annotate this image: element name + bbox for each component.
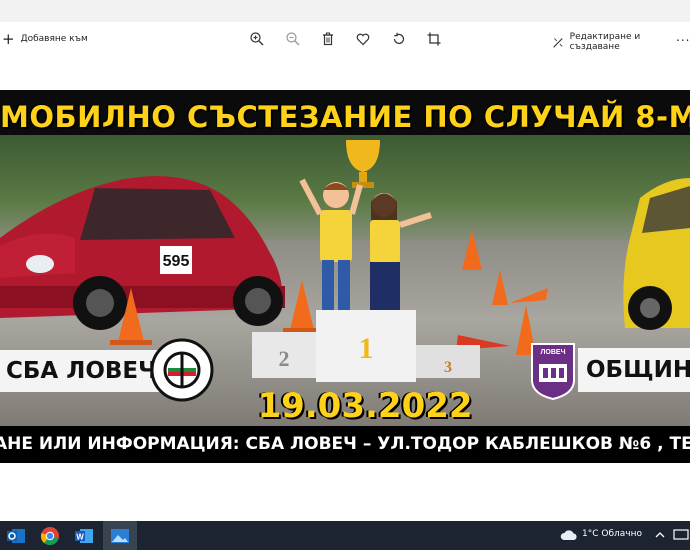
photos-icon[interactable] [110,526,130,546]
lovech-crest-text: ЛОВЕЧ [541,349,566,356]
edit-icon [553,37,563,48]
edit-create-label: Редактиране и създаване [569,32,641,52]
network-icon[interactable] [673,529,690,541]
lovech-crest: ЛОВЕЧ [531,343,575,400]
crop-icon[interactable] [426,31,442,47]
word-icon[interactable]: W [74,526,94,546]
add-to-label: Добавяне към [20,34,88,44]
municipality-label: ОБЩИНА [578,348,690,392]
plus-icon: + [2,30,15,48]
windows-taskbar: W 1°C Облачно [0,521,690,550]
podium-third-place: 3 [444,359,452,376]
heart-icon[interactable] [355,31,371,47]
window-title-strip [0,0,690,22]
poster-image: МОБИЛНО СЪСТЕЗАНИЕ ПО СЛУЧАЙ 8-МИ 595 2 … [0,90,690,463]
podium-second-place: 2 [279,346,290,371]
photos-toolbar: + Добавяне към Редактиране и създаване .… [0,22,690,58]
edit-create-button[interactable]: Редактиране и създаване [552,32,690,52]
outlook-icon[interactable] [6,526,26,546]
podium-illustration: 2 1 3 [252,140,480,382]
chevron-up-icon[interactable] [655,531,665,539]
svg-text:W: W [76,533,84,542]
sba-emblem [150,338,214,402]
info-text: АНЕ ИЛИ ИНФОРМАЦИЯ: СБА ЛОВЕЧ – УЛ.ТОДОР… [0,434,690,454]
chrome-icon[interactable] [40,526,60,546]
info-bar: АНЕ ИЛИ ИНФОРМАЦИЯ: СБА ЛОВЕЧ – УЛ.ТОДОР… [0,426,690,463]
event-date: 19.03.2022 [257,386,473,426]
more-options-button[interactable]: ... [676,30,690,44]
rotate-icon[interactable] [391,31,407,47]
zoom-out-icon[interactable] [285,31,301,47]
delete-icon[interactable] [320,31,336,47]
weather-text[interactable]: 1°C Облачно [582,529,642,539]
add-to-button[interactable]: + Добавяне към [2,30,88,48]
podium-first-place: 1 [359,332,374,365]
weather-cloud-icon[interactable] [560,528,578,542]
zoom-in-icon[interactable] [249,31,265,47]
yellow-car-image [623,178,690,330]
